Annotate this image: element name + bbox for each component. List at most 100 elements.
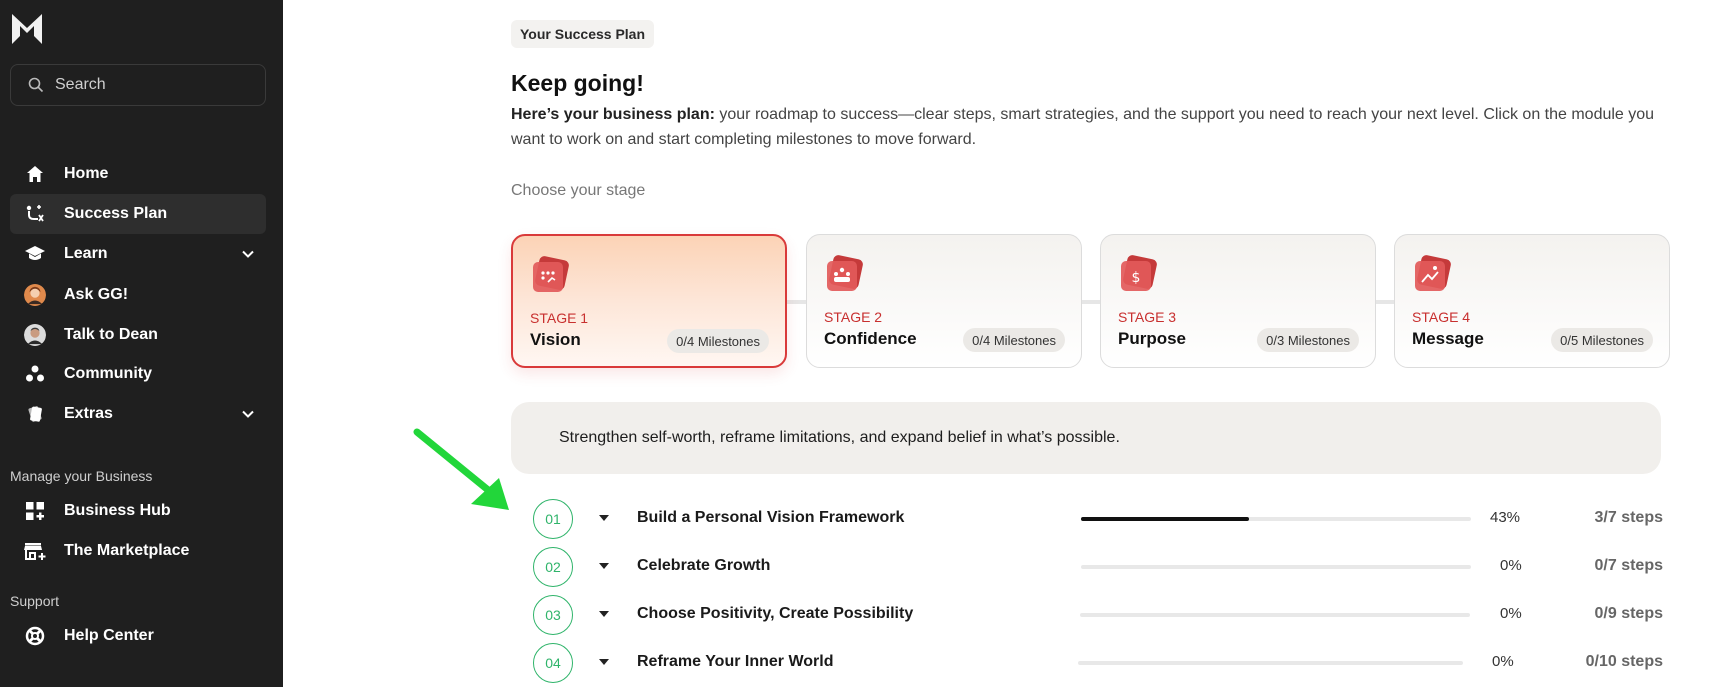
main-content: Your Success Plan Keep going! Here’s you… (283, 0, 1719, 687)
milestones-badge: 0/4 Milestones (963, 328, 1065, 352)
message-stage-icon (1415, 255, 1451, 291)
purpose-stage-icon: $ (1121, 255, 1157, 291)
vision-stage-icon (533, 256, 569, 292)
stage-label: STAGE 3 (1118, 309, 1177, 325)
lifebuoy-icon (24, 625, 46, 647)
sidebar-item-label: Ask GG! (64, 286, 129, 303)
module-number: 01 (533, 499, 573, 539)
progress-bar (1078, 661, 1463, 665)
stage-label: STAGE 1 (530, 310, 589, 326)
page-description: Here’s your business plan: your roadmap … (511, 102, 1671, 152)
steps-count: 3/7 steps (1594, 509, 1663, 526)
stage-description-banner: Strengthen self-worth, reframe limitatio… (511, 402, 1661, 474)
avatar-dean (24, 324, 46, 346)
progress-percent: 43% (1490, 509, 1521, 526)
store-icon (24, 540, 46, 562)
sidebar-item-business-hub[interactable]: Business Hub (10, 491, 266, 531)
manage-section-label: Manage your Business (10, 468, 153, 484)
home-icon (24, 163, 46, 185)
stage-name: Purpose (1118, 329, 1187, 348)
stage-label: STAGE 4 (1412, 309, 1471, 325)
module-row[interactable]: 04 Reframe Your Inner World 0% 0/10 step… (533, 639, 1663, 687)
module-title: Choose Positivity, Create Possibility (637, 605, 914, 622)
confidence-stage-icon (827, 255, 863, 291)
module-row[interactable]: 03 Choose Positivity, Create Possibility… (533, 591, 1663, 639)
stage-label: STAGE 2 (824, 309, 883, 325)
stage-name: Vision (530, 330, 581, 349)
stage-name: Message (1412, 329, 1484, 348)
grid-plus-icon (24, 500, 46, 522)
stage-card-message[interactable]: STAGE 4 Message 0/5 Milestones (1394, 234, 1670, 368)
community-icon (24, 363, 46, 385)
support-nav: Help Center (10, 616, 266, 656)
sidebar-item-learn[interactable]: Learn (10, 234, 266, 274)
steps-count: 0/9 steps (1594, 605, 1663, 622)
progress-bar (1080, 613, 1470, 617)
module-number: 04 (533, 643, 573, 683)
module-title: Celebrate Growth (637, 557, 771, 574)
module-title: Reframe Your Inner World (637, 653, 834, 670)
description-lead: Here’s your business plan: (511, 106, 715, 123)
milestones-badge: 0/4 Milestones (667, 329, 769, 353)
svg-text:$: $ (1132, 270, 1141, 286)
progress-percent: 0% (1492, 653, 1514, 670)
module-number: 02 (533, 547, 573, 587)
module-title: Build a Personal Vision Framework (637, 509, 905, 526)
milestones-badge: 0/3 Milestones (1257, 328, 1359, 352)
progress-percent: 0% (1500, 605, 1522, 622)
search-placeholder: Search (55, 76, 106, 93)
module-row[interactable]: 02 Celebrate Growth 0% 0/7 steps (533, 543, 1663, 591)
expand-caret-icon[interactable] (599, 659, 609, 665)
expand-caret-icon[interactable] (599, 611, 609, 617)
chevron-down-icon[interactable] (240, 406, 256, 422)
sidebar-item-label: Help Center (64, 627, 154, 644)
sidebar-item-marketplace[interactable]: The Marketplace (10, 531, 266, 571)
sidebar-item-ask-gg[interactable]: Ask GG! (10, 274, 266, 316)
chevron-down-icon[interactable] (240, 246, 256, 262)
annotation-arrow-icon (413, 428, 509, 510)
search-icon (28, 77, 44, 93)
progress-percent: 0% (1500, 557, 1522, 574)
progress-bar (1081, 565, 1471, 569)
sidebar-item-community[interactable]: Community (10, 354, 266, 394)
module-row[interactable]: 01 Build a Personal Vision Framework 43%… (533, 495, 1663, 543)
sidebar-item-label: Success Plan (64, 205, 168, 222)
sidebar-item-help-center[interactable]: Help Center (10, 616, 266, 656)
sidebar-item-label: Talk to Dean (64, 326, 158, 343)
steps-count: 0/10 steps (1585, 653, 1663, 670)
brand-logo[interactable] (10, 10, 44, 46)
stage-card-vision[interactable]: STAGE 1 Vision 0/4 Milestones (511, 234, 787, 368)
milestones-badge: 0/5 Milestones (1551, 328, 1653, 352)
sidebar-item-label: Extras (64, 405, 113, 422)
main-nav: Home Success Plan Learn Ask GG! Talk to … (10, 154, 266, 434)
page-tag: Your Success Plan (511, 20, 655, 48)
avatar-gg (24, 284, 46, 306)
progress-bar (1081, 517, 1471, 521)
steps-count: 0/7 steps (1594, 557, 1663, 574)
route-icon (24, 203, 46, 225)
stage-card-purpose[interactable]: $ STAGE 3 Purpose 0/3 Milestones (1100, 234, 1376, 368)
sidebar-item-extras[interactable]: Extras (10, 394, 266, 434)
sidebar-item-label: Business Hub (64, 502, 171, 519)
expand-caret-icon[interactable] (599, 563, 609, 569)
sidebar-item-label: Community (64, 365, 152, 382)
manage-nav: Business Hub The Marketplace (10, 491, 266, 571)
sidebar-item-label: The Marketplace (64, 542, 190, 559)
sidebar: Search Home Success Plan Learn Ask GG! T… (0, 0, 283, 687)
sidebar-item-label: Home (64, 165, 109, 182)
progress-fill (1081, 517, 1249, 521)
choose-stage-label: Choose your stage (511, 182, 646, 199)
graduation-cap-icon (24, 243, 46, 265)
support-section-label: Support (10, 593, 60, 609)
module-number: 03 (533, 595, 573, 635)
search-input[interactable]: Search (10, 64, 266, 106)
stage-card-confidence[interactable]: STAGE 2 Confidence 0/4 Milestones (806, 234, 1082, 368)
expand-caret-icon[interactable] (599, 515, 609, 521)
page-title: Keep going! (511, 70, 644, 96)
sidebar-item-home[interactable]: Home (10, 154, 266, 194)
sidebar-item-success-plan[interactable]: Success Plan (10, 194, 266, 234)
stage-name: Confidence (824, 329, 917, 348)
sidebar-item-label: Learn (64, 245, 108, 262)
cards-icon (24, 403, 46, 425)
sidebar-item-talk-to-dean[interactable]: Talk to Dean (10, 316, 266, 354)
